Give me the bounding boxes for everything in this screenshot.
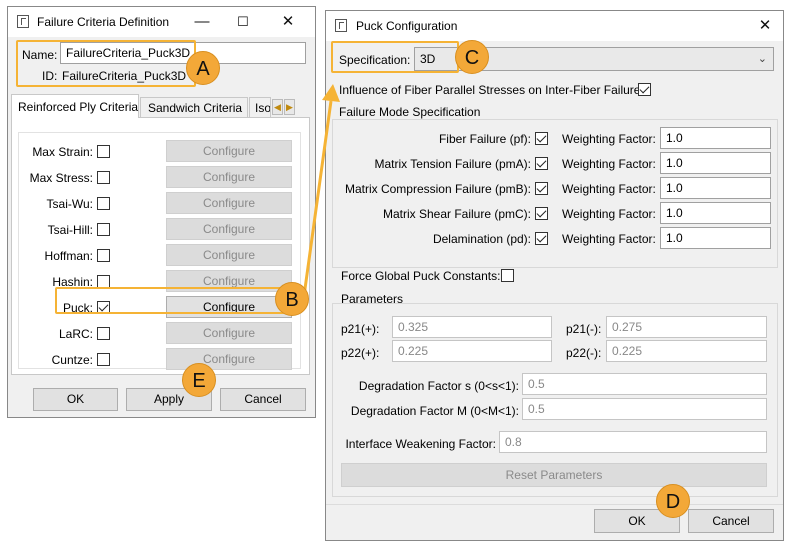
badge-c: C: [455, 40, 489, 74]
tab-reinforced-ply[interactable]: Reinforced Ply Criteria: [11, 94, 139, 118]
callout-box-a: [16, 40, 196, 87]
badge-e: E: [182, 363, 216, 397]
badge-d: D: [656, 484, 690, 518]
callout-box-b: [55, 287, 285, 314]
badge-a: A: [186, 51, 220, 85]
callout-box-c: [331, 41, 459, 73]
badge-b: B: [275, 282, 309, 316]
